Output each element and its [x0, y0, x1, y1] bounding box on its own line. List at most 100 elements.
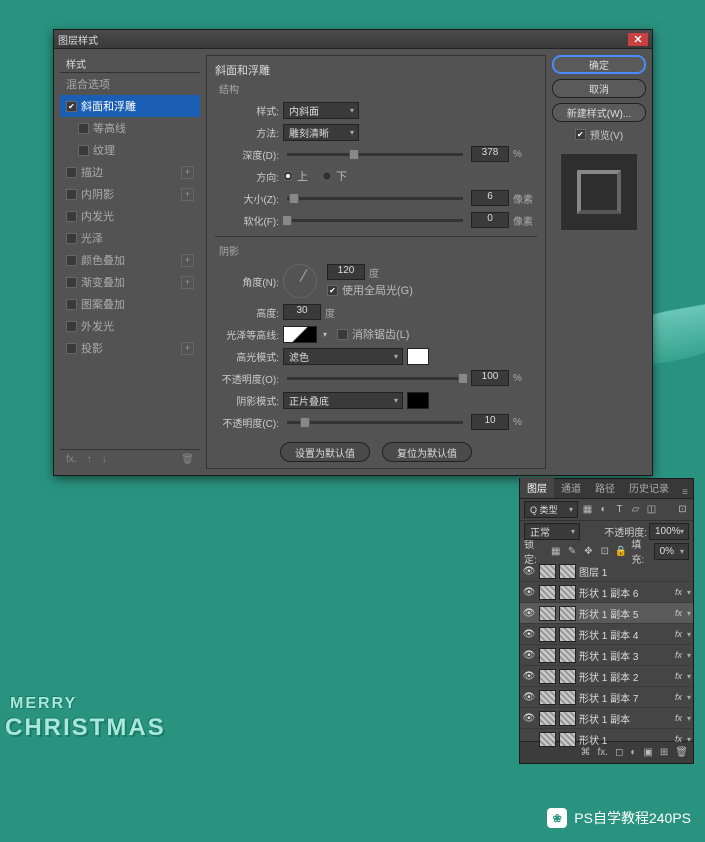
filter-toggle-icon[interactable]: ⊡ — [676, 503, 689, 516]
visibility-icon[interactable]: 👁 — [522, 671, 536, 682]
layer-row[interactable]: 👁 形状 1 副本 2 fx▾ — [520, 666, 693, 687]
mask-thumbnail[interactable] — [559, 648, 576, 663]
shadow-mode-dropdown[interactable]: 正片叠底 — [283, 392, 403, 409]
tab-paths[interactable]: 路径 — [588, 477, 622, 498]
direction-up-radio[interactable] — [283, 171, 293, 181]
highlight-color-swatch[interactable] — [407, 348, 429, 365]
mask-thumbnail[interactable] — [559, 585, 576, 600]
style-color-overlay[interactable]: 颜色叠加+ — [60, 249, 200, 271]
layer-thumbnail[interactable] — [539, 585, 556, 600]
style-dropdown[interactable]: 内斜面 — [283, 102, 359, 119]
new-style-button[interactable]: 新建样式(W)... — [552, 103, 646, 122]
highlight-opacity-slider[interactable] — [287, 377, 463, 380]
filter-pixel-icon[interactable]: ▦ — [581, 503, 594, 516]
gloss-contour-picker[interactable] — [283, 326, 317, 343]
checkbox-icon[interactable] — [66, 211, 77, 222]
filter-adjust-icon[interactable]: ◐ — [597, 503, 610, 516]
size-slider[interactable] — [287, 197, 463, 200]
checkbox-icon[interactable] — [66, 167, 77, 178]
checkbox-icon[interactable] — [66, 189, 77, 200]
style-outer-glow[interactable]: 外发光 — [60, 315, 200, 337]
plus-icon[interactable]: + — [181, 254, 194, 267]
group-icon[interactable]: ▣ — [643, 747, 652, 758]
checkbox-icon[interactable] — [66, 299, 77, 310]
visibility-icon[interactable]: 👁 — [522, 650, 536, 661]
fill-input[interactable]: 0% — [654, 543, 689, 560]
style-satin[interactable]: 光泽 — [60, 227, 200, 249]
style-inner-shadow[interactable]: 内阴影+ — [60, 183, 200, 205]
plus-icon[interactable]: + — [181, 188, 194, 201]
preview-checkbox[interactable] — [575, 129, 586, 140]
checkbox-icon[interactable] — [66, 343, 77, 354]
visibility-icon[interactable]: 👁 — [522, 566, 536, 577]
angle-input[interactable]: 120 — [327, 264, 365, 280]
checkbox-icon[interactable] — [66, 233, 77, 244]
filter-smart-icon[interactable]: ◫ — [645, 503, 658, 516]
visibility-icon[interactable]: 👁 — [522, 587, 536, 598]
chevron-down-icon[interactable]: ▾ — [687, 588, 691, 597]
style-inner-glow[interactable]: 内发光 — [60, 205, 200, 227]
style-contour[interactable]: 等高线 — [60, 117, 200, 139]
altitude-input[interactable]: 30 — [283, 304, 321, 320]
checkbox-icon[interactable] — [66, 321, 77, 332]
checkbox-icon[interactable] — [78, 145, 89, 156]
layer-thumbnail[interactable] — [539, 711, 556, 726]
layer-thumbnail[interactable] — [539, 732, 556, 747]
lock-pos-icon[interactable]: ✥ — [582, 545, 594, 558]
mask-thumbnail[interactable] — [559, 564, 576, 579]
link-icon[interactable]: ⌘ — [581, 747, 591, 758]
dialog-titlebar[interactable]: 图层样式 — [54, 30, 652, 49]
lock-trans-icon[interactable]: ▦ — [550, 545, 562, 558]
style-pattern-overlay[interactable]: 图案叠加 — [60, 293, 200, 315]
layer-row[interactable]: 👁 图层 1 — [520, 561, 693, 582]
opacity-input[interactable]: 100% — [649, 523, 689, 540]
depth-slider[interactable] — [287, 153, 463, 156]
lock-all-icon[interactable]: 🔒 — [615, 545, 627, 558]
plus-icon[interactable]: + — [181, 276, 194, 289]
layer-row[interactable]: 👁 形状 1 副本 fx▾ — [520, 708, 693, 729]
cancel-button[interactable]: 取消 — [552, 79, 646, 98]
chevron-down-icon[interactable]: ▾ — [687, 630, 691, 639]
direction-down-radio[interactable] — [322, 171, 332, 181]
delete-icon[interactable]: 🗑 — [675, 747, 688, 758]
tab-history[interactable]: 历史记录 — [622, 477, 676, 498]
checkbox-icon[interactable] — [66, 277, 77, 288]
shadow-opacity-input[interactable]: 10 — [471, 414, 509, 430]
layer-thumbnail[interactable] — [539, 690, 556, 705]
checkbox-icon[interactable] — [66, 101, 77, 112]
highlight-opacity-input[interactable]: 100 — [471, 370, 509, 386]
layer-row[interactable]: 👁 形状 1 副本 3 fx▾ — [520, 645, 693, 666]
fx-menu-icon[interactable]: fx. — [598, 747, 609, 758]
mask-thumbnail[interactable] — [559, 732, 576, 747]
plus-icon[interactable]: + — [181, 342, 194, 355]
lock-paint-icon[interactable]: ✎ — [566, 545, 578, 558]
style-blend-options[interactable]: 混合选项 — [60, 73, 200, 95]
ok-button[interactable]: 确定 — [552, 55, 646, 74]
style-drop-shadow[interactable]: 投影+ — [60, 337, 200, 359]
soften-input[interactable]: 0 — [471, 212, 509, 228]
depth-input[interactable]: 378 — [471, 146, 509, 162]
size-input[interactable]: 6 — [471, 190, 509, 206]
antialias-checkbox[interactable] — [337, 329, 348, 340]
angle-dial[interactable] — [283, 264, 317, 298]
blend-mode-dropdown[interactable]: 正常 — [524, 523, 580, 540]
soften-slider[interactable] — [287, 219, 463, 222]
layer-thumbnail[interactable] — [539, 648, 556, 663]
chevron-down-icon[interactable]: ▾ — [687, 735, 691, 744]
layer-thumbnail[interactable] — [539, 606, 556, 621]
visibility-icon[interactable]: 👁 — [522, 608, 536, 619]
shadow-opacity-slider[interactable] — [287, 421, 463, 424]
layer-thumbnail[interactable] — [539, 627, 556, 642]
chevron-down-icon[interactable]: ▾ — [687, 609, 691, 618]
filter-type-icon[interactable]: T — [613, 503, 626, 516]
filter-shape-icon[interactable]: ▱ — [629, 503, 642, 516]
layer-row[interactable]: 👁 形状 1 副本 5 fx▾ — [520, 603, 693, 624]
tab-channels[interactable]: 通道 — [554, 477, 588, 498]
visibility-icon[interactable]: 👁 — [522, 692, 536, 703]
layer-row[interactable]: 👁 形状 1 副本 7 fx▾ — [520, 687, 693, 708]
new-layer-icon[interactable]: ⊞ — [660, 747, 668, 758]
style-bevel-emboss[interactable]: 斜面和浮雕 — [60, 95, 200, 117]
visibility-icon[interactable]: 👁 — [522, 629, 536, 640]
mask-thumbnail[interactable] — [559, 606, 576, 621]
plus-icon[interactable]: + — [181, 166, 194, 179]
